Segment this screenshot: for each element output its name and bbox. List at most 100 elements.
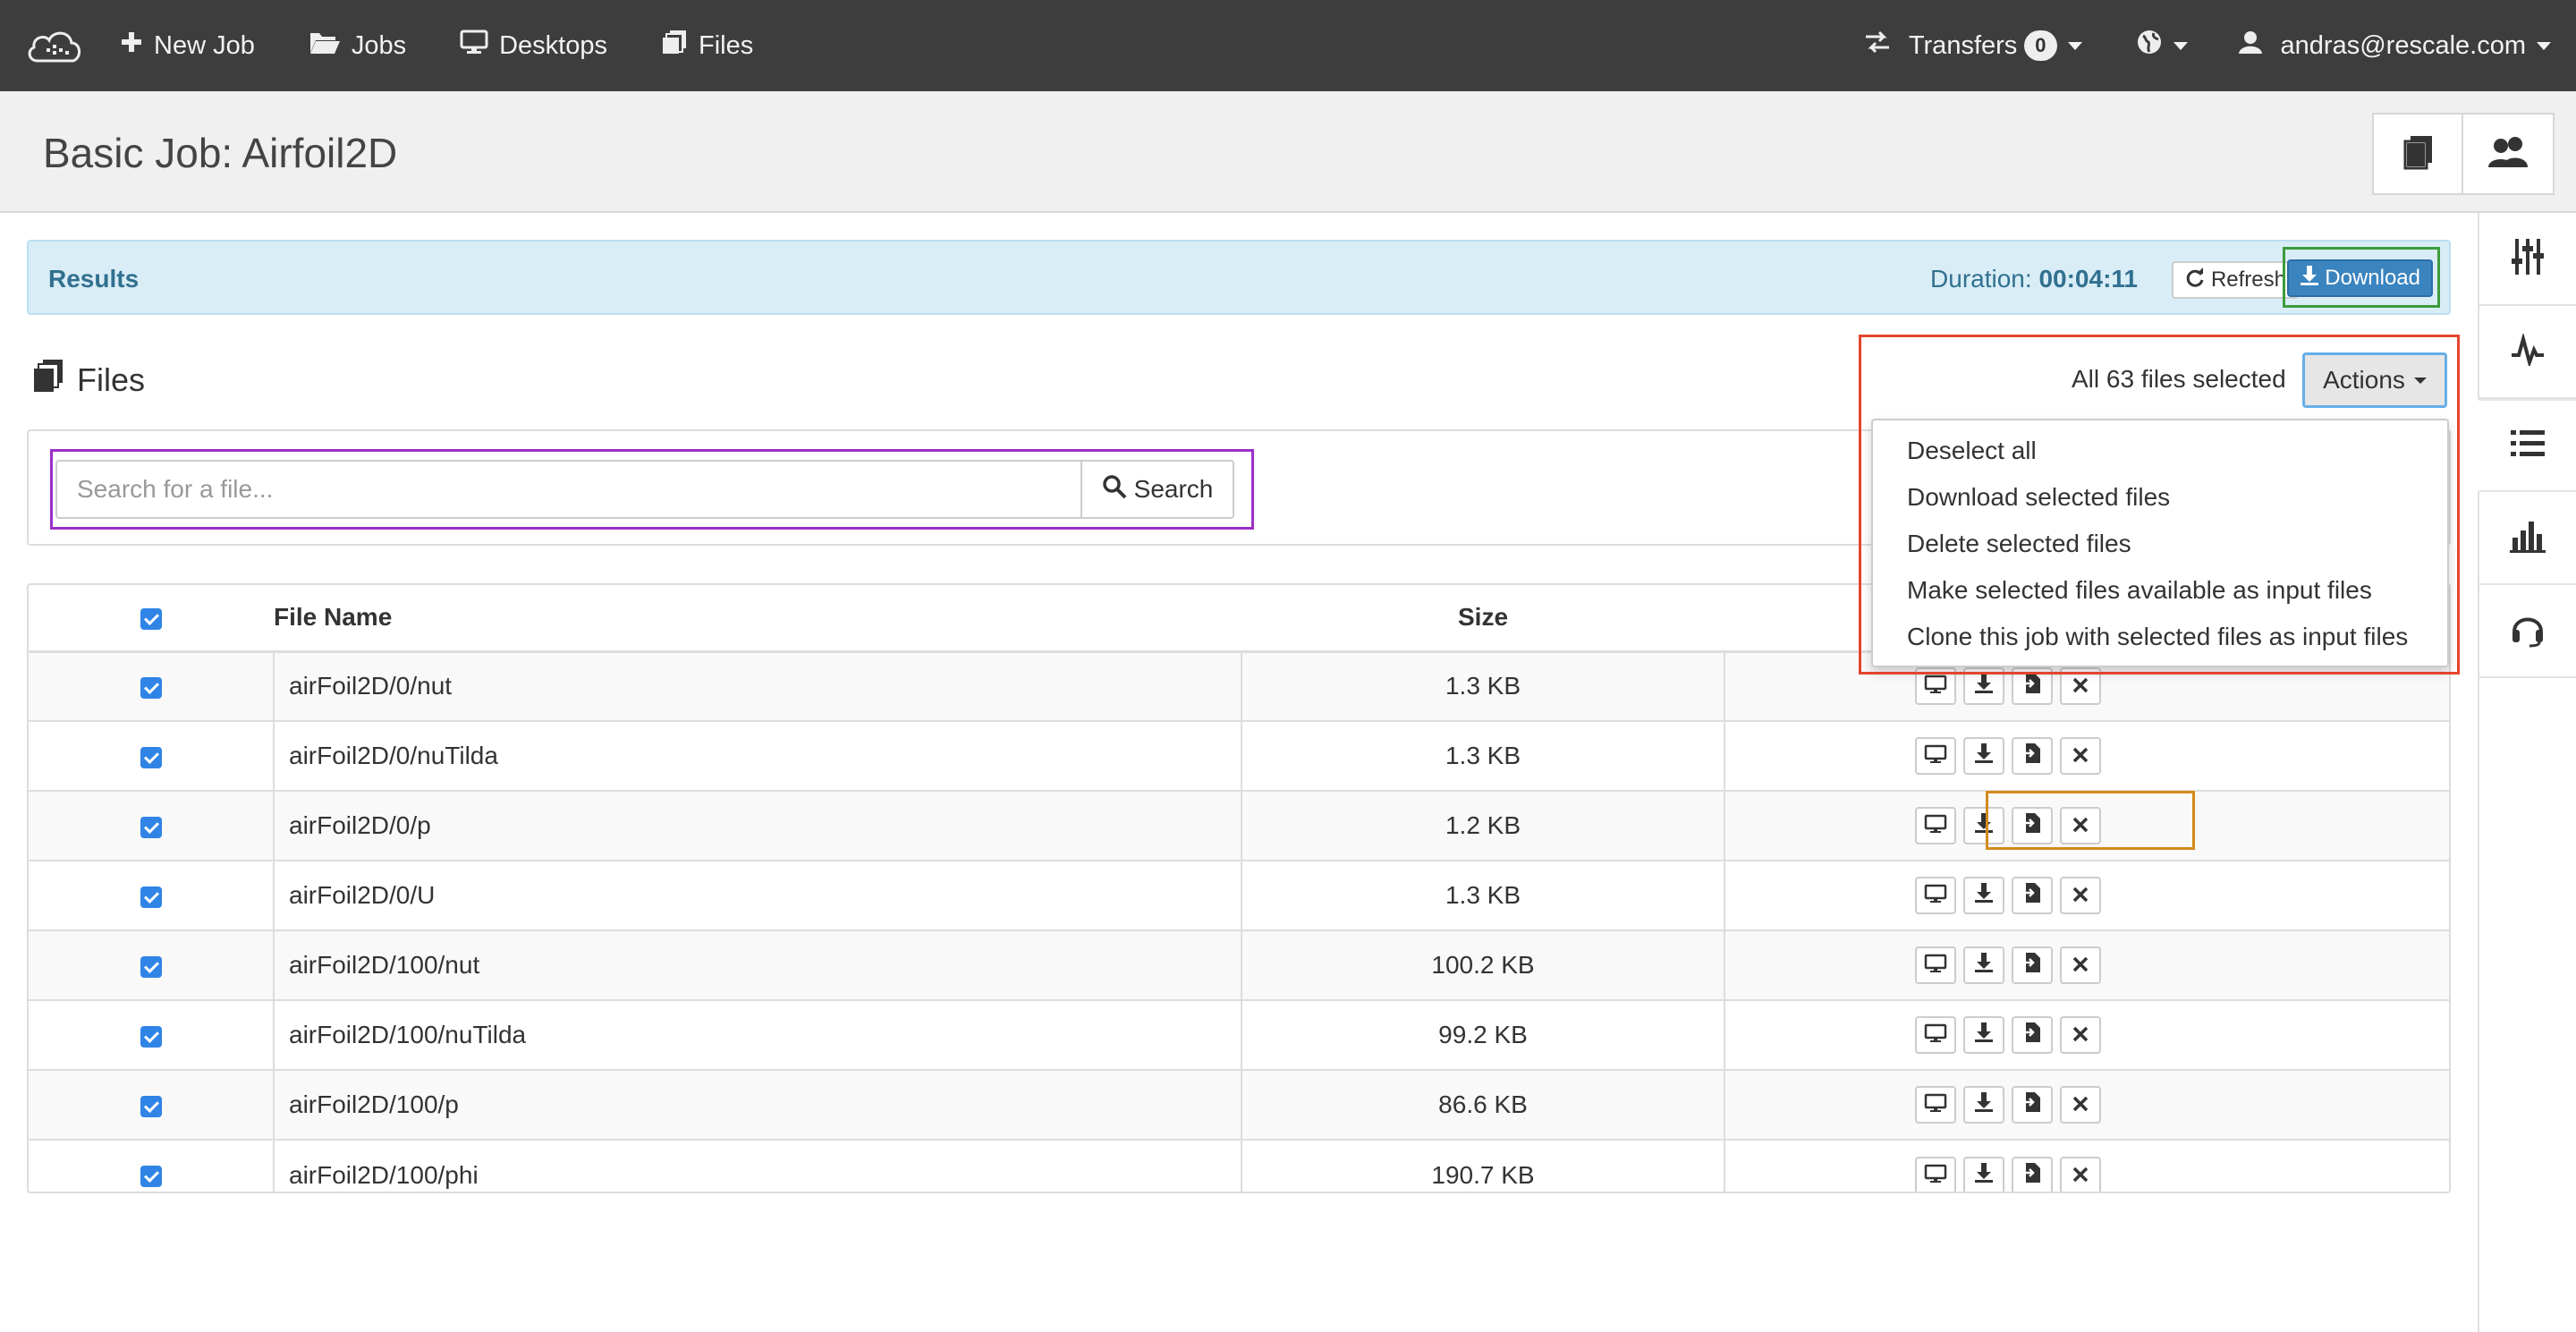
chevron-down-icon [2067, 41, 2082, 50]
row-action-buttons [1913, 1016, 2110, 1054]
file-import-icon [2022, 1090, 2042, 1119]
rail-settings[interactable] [2479, 213, 2576, 306]
file-name[interactable]: airFoil2D/0/nut [289, 672, 452, 700]
file-name-cell: airFoil2D/0/U [273, 860, 1241, 930]
close-icon [2072, 1161, 2089, 1190]
rescale-logo-icon[interactable] [25, 23, 84, 68]
header-button-group [2372, 113, 2555, 195]
view-file-button[interactable] [1915, 877, 1956, 914]
plus-icon [120, 30, 143, 61]
file-size-cell: 190.7 KB [1241, 1139, 1724, 1192]
rail-support[interactable] [2479, 585, 2576, 678]
nav-user-menu[interactable]: andras@rescale.com [2238, 30, 2551, 62]
row-checkbox[interactable] [140, 676, 162, 699]
select-all-checkbox[interactable] [140, 607, 162, 630]
use-as-input-button[interactable] [2012, 877, 2053, 914]
view-file-button[interactable] [1915, 1156, 1956, 1192]
view-file-button[interactable] [1915, 807, 1956, 844]
file-name[interactable]: airFoil2D/0/p [289, 811, 431, 839]
row-checkbox[interactable] [140, 1095, 162, 1117]
list-icon [2509, 428, 2546, 464]
delete-file-button[interactable] [2060, 877, 2101, 914]
desktop-icon [1924, 672, 1947, 700]
globe-icon [2136, 29, 2163, 63]
view-file-button[interactable] [1915, 1086, 1956, 1124]
view-file-button[interactable] [1915, 737, 1956, 775]
download-file-button[interactable] [1963, 1156, 2004, 1192]
download-file-button[interactable] [1963, 946, 2004, 984]
row-checkbox[interactable] [140, 955, 162, 978]
row-action-buttons [1913, 737, 2110, 775]
highlight-row-actions [1986, 791, 2195, 850]
delete-file-button[interactable] [2060, 737, 2101, 775]
nav-new-job-label: New Job [154, 30, 255, 60]
use-as-input-button[interactable] [2012, 1086, 2053, 1124]
file-name[interactable]: airFoil2D/100/nuTilda [289, 1021, 526, 1048]
close-icon [2072, 1090, 2089, 1119]
close-icon [2072, 672, 2089, 700]
duration-value: 00:04:11 [2038, 265, 2138, 293]
share-job-button[interactable] [2463, 113, 2555, 195]
row-checkbox[interactable] [140, 816, 162, 838]
download-file-button[interactable] [1963, 1016, 2004, 1054]
nav-language[interactable] [2136, 29, 2188, 63]
nav-jobs[interactable]: Jobs [309, 30, 406, 62]
delete-file-button[interactable] [2060, 946, 2101, 984]
sliders-icon [2510, 237, 2546, 281]
header-file-name[interactable]: File Name [274, 585, 1241, 653]
clone-job-button[interactable] [2372, 113, 2463, 195]
file-name[interactable]: airFoil2D/100/p [289, 1090, 459, 1118]
use-as-input-button[interactable] [2012, 737, 2053, 775]
file-import-icon [2022, 672, 2042, 700]
use-as-input-button[interactable] [2012, 1156, 2053, 1192]
header-size[interactable]: Size [1241, 585, 1724, 653]
row-checkbox[interactable] [140, 886, 162, 908]
delete-file-button[interactable] [2060, 1016, 2101, 1054]
download-icon [1974, 1090, 1994, 1119]
nav-transfers[interactable]: Transfers 0 [1864, 30, 2082, 61]
use-as-input-button[interactable] [2012, 1016, 2053, 1054]
rail-activity[interactable] [2479, 306, 2576, 399]
nav-files[interactable]: Files [661, 29, 753, 63]
bar-chart-icon [2509, 518, 2546, 558]
download-file-button[interactable] [1963, 1086, 2004, 1124]
highlight-search [50, 449, 1254, 530]
files-heading-label: Files [77, 361, 146, 398]
download-file-button[interactable] [1963, 877, 2004, 914]
select-all-cell [29, 585, 274, 653]
view-file-button[interactable] [1915, 946, 1956, 984]
delete-file-button[interactable] [2060, 1156, 2101, 1192]
nav-desktops[interactable]: Desktops [460, 30, 607, 62]
row-checkbox-cell [29, 650, 274, 721]
desktop-icon [1924, 811, 1947, 840]
use-as-input-button[interactable] [2012, 946, 2053, 984]
user-icon [2238, 30, 2263, 62]
duration-label: Duration: [1930, 265, 2039, 293]
delete-file-button[interactable] [2060, 1086, 2101, 1124]
rail-charts[interactable] [2479, 492, 2576, 585]
row-checkbox[interactable] [140, 1166, 162, 1188]
file-name[interactable]: airFoil2D/100/nut [289, 951, 479, 979]
results-bar: Results Duration: 00:04:11 Refresh Downl… [27, 240, 2451, 315]
desktop-icon [1924, 742, 1947, 770]
nav-user-label: andras@rescale.com [2280, 30, 2526, 60]
view-file-button[interactable] [1915, 1016, 1956, 1054]
file-import-icon [2022, 951, 2042, 980]
download-icon [1974, 742, 1994, 770]
refresh-button[interactable]: Refresh [2171, 261, 2299, 299]
navbar-right: Transfers 0 andras@rescale.com [1864, 0, 2576, 91]
row-checkbox[interactable] [140, 1025, 162, 1048]
rail-results[interactable] [2478, 399, 2576, 492]
row-checkbox[interactable] [140, 746, 162, 768]
download-icon [1974, 1021, 1994, 1049]
file-name[interactable]: airFoil2D/100/phi [289, 1161, 479, 1189]
file-size-cell: 86.6 KB [1241, 1069, 1724, 1140]
row-action-buttons [1913, 1156, 2110, 1192]
download-file-button[interactable] [1963, 737, 2004, 775]
headset-icon [2510, 610, 2546, 652]
nav-new-job[interactable]: New Job [120, 30, 255, 61]
file-name[interactable]: airFoil2D/0/U [289, 881, 435, 909]
copy-icon [2402, 134, 2434, 174]
file-size-cell: 1.3 KB [1241, 650, 1724, 721]
file-name[interactable]: airFoil2D/0/nuTilda [289, 742, 498, 769]
